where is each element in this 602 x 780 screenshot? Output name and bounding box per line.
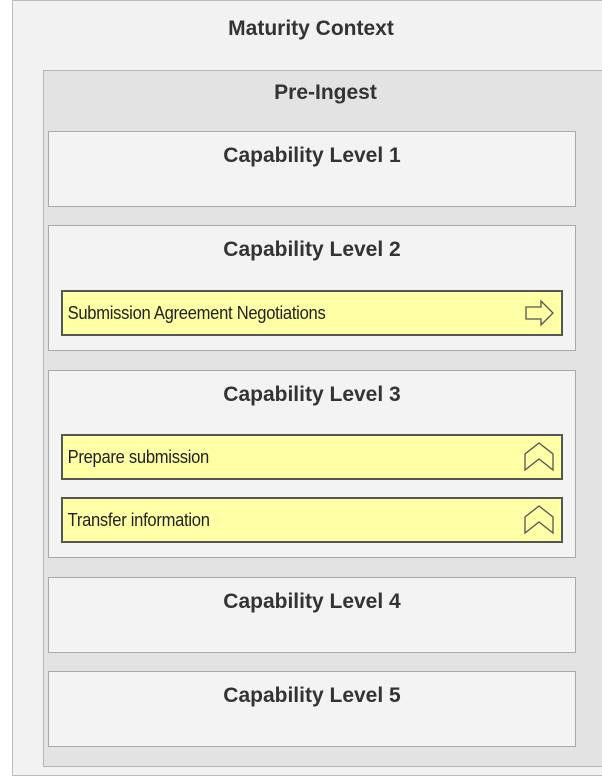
transfer-information-item[interactable]: Transfer information — [61, 497, 563, 543]
pre-ingest-title: Pre-Ingest — [274, 81, 377, 104]
capability-level-4: Capability Level 4 — [48, 577, 576, 653]
capability-level-3: Capability Level 3 Prepare submission Tr… — [48, 370, 576, 558]
arrow-right-icon — [525, 299, 554, 327]
chevron-up-icon — [524, 505, 554, 535]
maturity-context-title: Maturity Context — [228, 17, 394, 40]
item-label: Prepare submission — [67, 446, 210, 467]
capability-level-3-title: Capability Level 3 — [223, 383, 401, 406]
capability-level-2-title: Capability Level 2 — [223, 238, 401, 261]
chevron-up-icon — [524, 442, 554, 472]
capability-level-1: Capability Level 1 — [48, 131, 576, 207]
capability-level-4-title: Capability Level 4 — [223, 590, 401, 613]
submission-agreement-negotiations-item[interactable]: Submission Agreement Negotiations — [61, 290, 563, 336]
capability-level-2: Capability Level 2 Submission Agreement … — [48, 225, 576, 351]
item-label: Transfer information — [67, 509, 210, 530]
prepare-submission-item[interactable]: Prepare submission — [61, 434, 563, 480]
capability-level-5: Capability Level 5 — [48, 671, 576, 747]
capability-level-5-title: Capability Level 5 — [223, 684, 401, 707]
item-label: Submission Agreement Negotiations — [67, 302, 326, 323]
capability-level-1-title: Capability Level 1 — [223, 144, 401, 167]
